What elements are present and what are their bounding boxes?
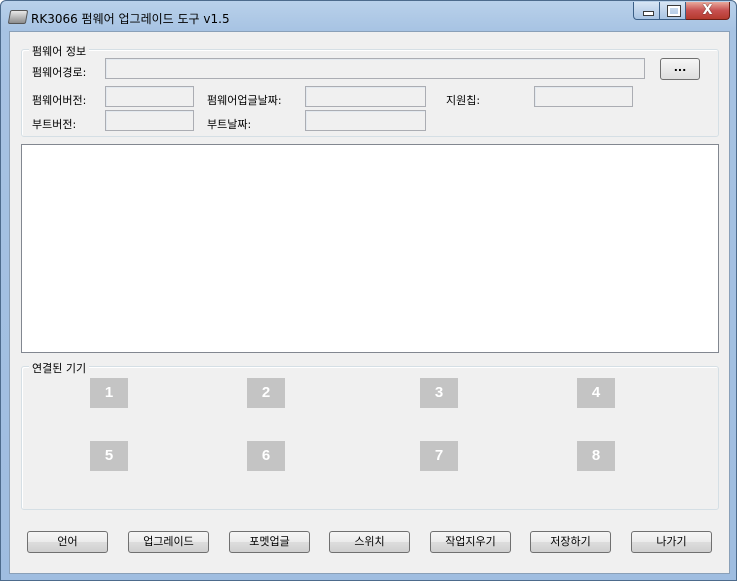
device-slot-4: 4 bbox=[577, 378, 615, 408]
window-title: RK3066 펌웨어 업그레이드 도구 v1.5 bbox=[31, 12, 230, 26]
device-slot-3: 3 bbox=[420, 378, 458, 408]
upgrade-button[interactable]: 업그레이드 bbox=[128, 531, 209, 553]
close-button[interactable]: X bbox=[686, 2, 730, 20]
device-slot-6: 6 bbox=[247, 441, 285, 471]
firmware-date-label: 펌웨어업글날짜: bbox=[207, 94, 282, 107]
client-area: 펌웨어 정보 펌웨어경로: ... 펌웨어버전: 펌웨어업글날짜: 지원칩: 부… bbox=[9, 31, 730, 574]
minimize-button[interactable] bbox=[633, 2, 660, 20]
support-chip-field[interactable] bbox=[534, 86, 633, 107]
browse-button[interactable]: ... bbox=[660, 58, 700, 80]
title-bar[interactable]: RK3066 펌웨어 업그레이드 도구 v1.5 X bbox=[1, 1, 736, 31]
device-slot-7: 7 bbox=[420, 441, 458, 471]
exit-button[interactable]: 나가기 bbox=[631, 531, 712, 553]
format-upgrade-button[interactable]: 포멧업글 bbox=[229, 531, 310, 553]
firmware-version-label: 펌웨어버전: bbox=[32, 94, 87, 107]
device-slot-8: 8 bbox=[577, 441, 615, 471]
minimize-icon bbox=[643, 11, 654, 16]
switch-button[interactable]: 스위치 bbox=[329, 531, 410, 553]
firmware-path-label: 펌웨어경로: bbox=[32, 66, 87, 79]
maximize-button[interactable] bbox=[660, 2, 686, 20]
close-icon: X bbox=[702, 3, 713, 18]
firmware-info-title: 펌웨어 정보 bbox=[29, 43, 90, 59]
firmware-date-field[interactable] bbox=[305, 86, 426, 107]
firmware-path-field[interactable] bbox=[105, 58, 645, 79]
caption-buttons: X bbox=[633, 2, 730, 20]
connected-devices-title: 연결된 기기 bbox=[29, 360, 90, 376]
maximize-icon bbox=[667, 5, 681, 17]
app-window: RK3066 펌웨어 업그레이드 도구 v1.5 X 펌웨어 정보 펌웨어경로:… bbox=[0, 0, 737, 581]
clear-log-button[interactable]: 작업지우기 bbox=[430, 531, 511, 553]
boot-date-label: 부트날짜: bbox=[207, 118, 252, 131]
boot-date-field[interactable] bbox=[305, 110, 426, 131]
device-slot-5: 5 bbox=[90, 441, 128, 471]
boot-version-field[interactable] bbox=[105, 110, 194, 131]
device-slot-1: 1 bbox=[90, 378, 128, 408]
save-button[interactable]: 저장하기 bbox=[530, 531, 611, 553]
language-button[interactable]: 언어 bbox=[27, 531, 108, 553]
firmware-version-field[interactable] bbox=[105, 86, 194, 107]
log-output-area[interactable] bbox=[21, 144, 719, 353]
app-icon bbox=[7, 10, 29, 24]
support-chip-label: 지원칩: bbox=[446, 94, 481, 107]
device-slot-2: 2 bbox=[247, 378, 285, 408]
boot-version-label: 부트버전: bbox=[32, 118, 77, 131]
